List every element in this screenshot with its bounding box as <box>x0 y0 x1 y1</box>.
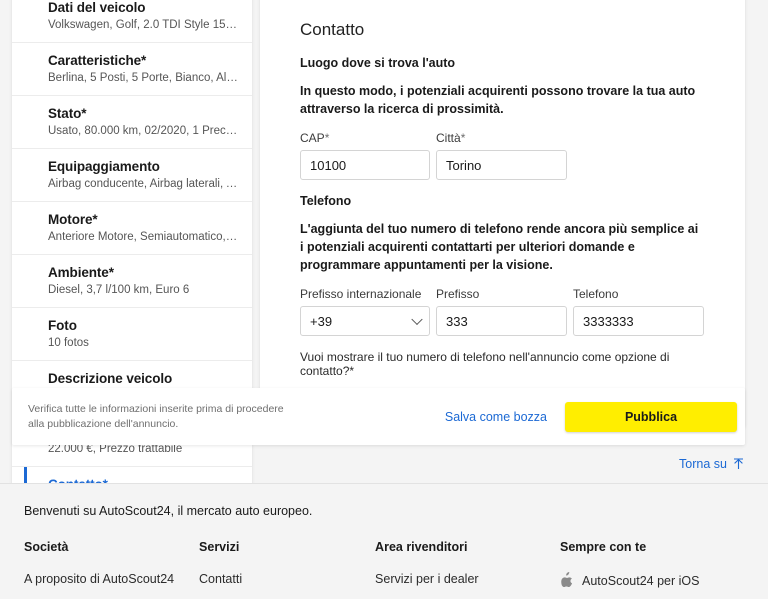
back-to-top-link[interactable]: Torna su <box>679 457 744 471</box>
location-field-row: CAP* Città* <box>300 131 705 180</box>
telephone-input[interactable] <box>573 306 704 336</box>
sidebar-item-title: Equipaggiamento <box>48 158 240 175</box>
intl-prefix-field: Prefisso internazionale <box>300 287 430 336</box>
prefix-label: Prefisso <box>436 287 567 301</box>
prefix-field: Prefisso <box>436 287 567 336</box>
contact-form-card: Contatto Luogo dove si trova l'auto In q… <box>260 0 745 428</box>
footer-column-heading: Servizi <box>199 540 375 554</box>
sidebar-item-title: Ambiente* <box>48 264 240 281</box>
city-field: Città* <box>436 131 567 180</box>
telephone-label: Telefono <box>573 287 704 301</box>
sidebar-item-title: Motore* <box>48 211 240 228</box>
city-label: Città* <box>436 131 567 145</box>
cap-required-mark: * <box>325 131 330 145</box>
page-root: Dati del veicoloVolkswagen, Golf, 2.0 TD… <box>0 0 768 599</box>
footer-column-heading: Area rivenditori <box>375 540 560 554</box>
footer-column-1: SocietàA proposito di AutoScout24Stampa <box>24 540 199 599</box>
sidebar-item-subtitle: Airbag conducente, Airbag laterali, Airb… <box>48 176 240 192</box>
sidebar-item-title: Stato* <box>48 105 240 122</box>
sidebar-item-subtitle: 10 fotos <box>48 335 240 351</box>
footer-column-heading: Società <box>24 540 199 554</box>
footer-column-apps: Sempre con teAutoScout24 per iOSAutoScou… <box>560 540 744 599</box>
footer-app-label: AutoScout24 per iOS <box>582 574 699 588</box>
footer-column-3: Area rivenditoriServizi per i dealerLogi… <box>375 540 560 599</box>
footer-columns: SocietàA proposito di AutoScout24StampaS… <box>24 540 744 599</box>
sidebar-item-title: Dati del veicolo <box>48 0 240 16</box>
cap-label: CAP* <box>300 131 430 145</box>
location-helper-text: In questo modo, i potenziali acquirenti … <box>300 82 705 118</box>
footer-link[interactable]: Contatti <box>199 572 375 586</box>
action-bar-buttons: Salva come bozza Pubblica <box>445 402 737 432</box>
phone-field-row: Prefisso internazionale Prefisso Telefon… <box>300 287 705 336</box>
sidebar-item-1[interactable]: Dati del veicoloVolkswagen, Golf, 2.0 TD… <box>12 0 252 43</box>
sidebar-item-subtitle: Diesel, 3,7 l/100 km, Euro 6 <box>48 282 240 298</box>
footer-intro: Benvenuti su AutoScout24, il mercato aut… <box>24 504 744 518</box>
phone-helper-text: L'aggiunta del tuo numero di telefono re… <box>300 220 705 274</box>
sidebar-item-3[interactable]: Stato*Usato, 80.000 km, 02/2020, 1 Prece… <box>12 96 252 149</box>
footer-link[interactable]: Servizi per i dealer <box>375 572 560 586</box>
sidebar-item-subtitle: Berlina, 5 Posti, 5 Porte, Bianco, Alcan… <box>48 70 240 86</box>
city-required-mark: * <box>461 131 466 145</box>
save-draft-link[interactable]: Salva come bozza <box>445 410 547 424</box>
arrow-up-icon <box>733 458 744 470</box>
sidebar-item-title: Caratteristiche* <box>48 52 240 69</box>
sidebar-item-4[interactable]: EquipaggiamentoAirbag conducente, Airbag… <box>12 149 252 202</box>
location-label: Luogo dove si trova l'auto <box>300 56 705 70</box>
prefix-input[interactable] <box>436 306 567 336</box>
sidebar-item-subtitle: Anteriore Motore, Semiautomatico, 110 kW… <box>48 229 240 245</box>
footer-apps-heading: Sempre con te <box>560 540 744 554</box>
intl-prefix-select[interactable] <box>300 306 430 336</box>
footer-column-2: ServiziContattiMarche e modelli <box>199 540 375 599</box>
sidebar-item-2[interactable]: Caratteristiche*Berlina, 5 Posti, 5 Port… <box>12 43 252 96</box>
top-area: Dati del veicoloVolkswagen, Golf, 2.0 TD… <box>0 0 768 385</box>
intl-prefix-select-wrap <box>300 306 430 336</box>
cap-input[interactable] <box>300 150 430 180</box>
action-bar-note: Verifica tutte le informazioni inserite … <box>28 402 293 432</box>
sidebar-item-title: Foto <box>48 317 240 334</box>
action-bar: Verifica tutte le informazioni inserite … <box>12 388 745 445</box>
cap-field: CAP* <box>300 131 430 180</box>
sidebar-item-title: Descrizione veicolo <box>48 370 240 387</box>
publish-button[interactable]: Pubblica <box>565 402 737 432</box>
phone-section-label: Telefono <box>300 194 705 208</box>
back-to-top-label: Torna su <box>679 457 727 471</box>
apple-icon <box>560 572 574 590</box>
site-footer: Benvenuti su AutoScout24, il mercato aut… <box>0 483 768 599</box>
show-phone-question: Vuoi mostrare il tuo numero di telefono … <box>300 350 705 378</box>
intl-prefix-label: Prefisso internazionale <box>300 287 430 301</box>
page-title: Contatto <box>300 20 705 40</box>
sidebar-item-7[interactable]: Foto10 fotos <box>12 308 252 361</box>
sidebar-item-subtitle: Volkswagen, Golf, 2.0 TDI Style 150 CV D… <box>48 17 240 33</box>
sidebar-item-subtitle: Usato, 80.000 km, 02/2020, 1 Precedente … <box>48 123 240 139</box>
footer-app-link[interactable]: AutoScout24 per iOS <box>560 572 744 590</box>
sidebar-item-6[interactable]: Ambiente*Diesel, 3,7 l/100 km, Euro 6 <box>12 255 252 308</box>
sidebar-item-5[interactable]: Motore*Anteriore Motore, Semiautomatico,… <box>12 202 252 255</box>
footer-link[interactable]: A proposito di AutoScout24 <box>24 572 199 586</box>
city-input[interactable] <box>436 150 567 180</box>
telephone-field: Telefono <box>573 287 704 336</box>
